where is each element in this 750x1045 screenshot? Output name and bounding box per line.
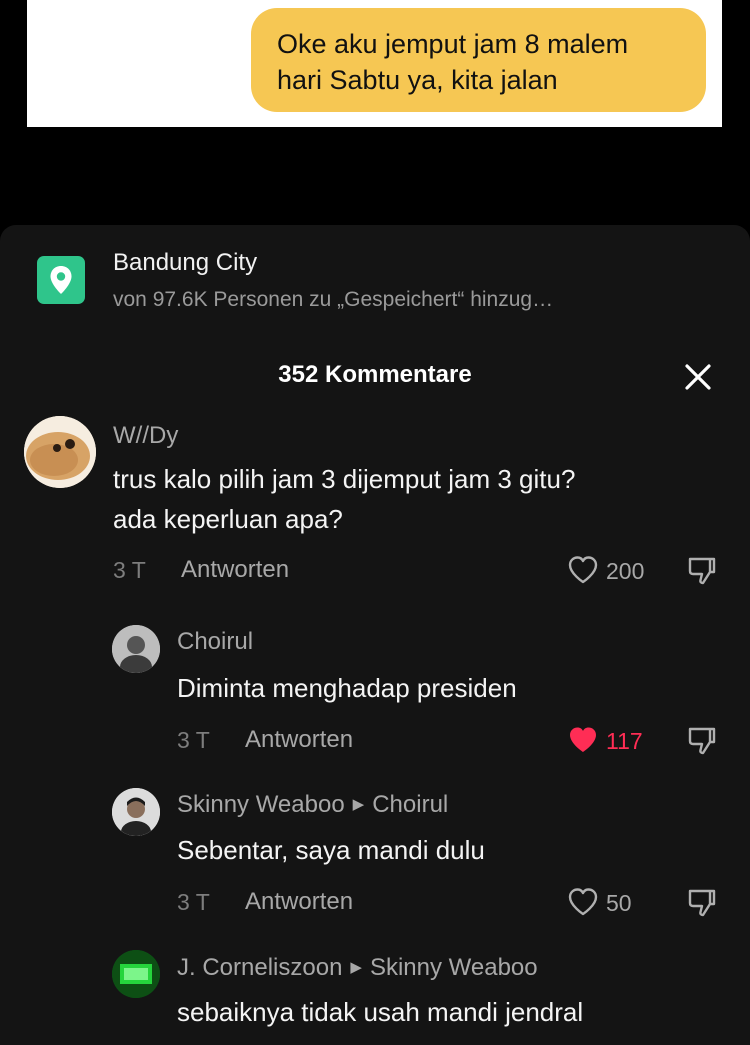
comment-count: 352 Kommentare	[278, 361, 472, 388]
location-pin-icon[interactable]	[37, 256, 85, 304]
dislike-icon[interactable]	[686, 555, 718, 592]
reply-target[interactable]: Choirul	[372, 791, 448, 818]
dislike-icon[interactable]	[686, 725, 718, 762]
comments-sheet: Bandung City von 97.6K Personen zu „Gesp…	[0, 225, 750, 1045]
like-count: 117	[606, 728, 643, 754]
comment-username[interactable]: J. Corneliszoon ▶ Skinny Weaboo	[177, 954, 538, 982]
location-title[interactable]: Bandung City	[113, 249, 257, 277]
comment-text: sebaiknya tidak usah mandi jendral	[177, 997, 584, 1027]
location-subtitle: von 97.6K Personen zu „Gespeichert“ hinz…	[113, 288, 554, 311]
avatar[interactable]	[24, 416, 96, 488]
like-count: 50	[606, 890, 632, 916]
like-count: 200	[606, 558, 645, 584]
reply-arrow-icon: ▶	[352, 796, 365, 813]
comment-text: Diminta menghadap presiden	[177, 673, 517, 703]
video-area[interactable]: Oke aku jemput jam 8 malem hari Sabtu ya…	[0, 0, 750, 225]
heart-filled-icon[interactable]	[567, 725, 599, 760]
comment-username[interactable]: Choirul	[177, 628, 253, 656]
comment-username-text[interactable]: Skinny Weaboo	[177, 791, 345, 818]
comment-time: 3 T	[177, 727, 210, 753]
reply-arrow-icon: ▶	[350, 959, 362, 976]
chat-screenshot: Oke aku jemput jam 8 malem hari Sabtu ya…	[27, 0, 722, 127]
comment-username[interactable]: W//Dy	[113, 422, 178, 450]
heart-icon[interactable]	[567, 887, 599, 922]
close-icon[interactable]	[682, 361, 714, 393]
comment-username-text[interactable]: J. Corneliszoon	[177, 954, 342, 981]
bubble-line: hari Sabtu ya, kita jalan	[277, 65, 558, 95]
chat-bubble: Oke aku jemput jam 8 malem hari Sabtu ya…	[251, 8, 706, 112]
comment-text: ada keperluan apa?	[113, 504, 343, 534]
reply-target[interactable]: Skinny Weaboo	[370, 954, 538, 981]
bubble-line: Oke aku jemput jam 8 malem	[277, 29, 629, 59]
avatar[interactable]	[112, 625, 160, 673]
comment-text: Sebentar, saya mandi dulu	[177, 835, 485, 865]
comment-time: 3 T	[177, 889, 210, 915]
avatar[interactable]	[112, 788, 160, 836]
dislike-icon[interactable]	[686, 887, 718, 924]
reply-button[interactable]: Antworten	[181, 556, 289, 584]
reply-button[interactable]: Antworten	[245, 888, 353, 916]
avatar[interactable]	[112, 950, 160, 998]
comment-text: trus kalo pilih jam 3 dijemput jam 3 git…	[113, 464, 576, 494]
comment-time: 3 T	[113, 557, 146, 583]
reply-button[interactable]: Antworten	[245, 726, 353, 754]
comment-username[interactable]: Skinny Weaboo ▶ Choirul	[177, 791, 448, 819]
heart-icon[interactable]	[567, 555, 599, 590]
